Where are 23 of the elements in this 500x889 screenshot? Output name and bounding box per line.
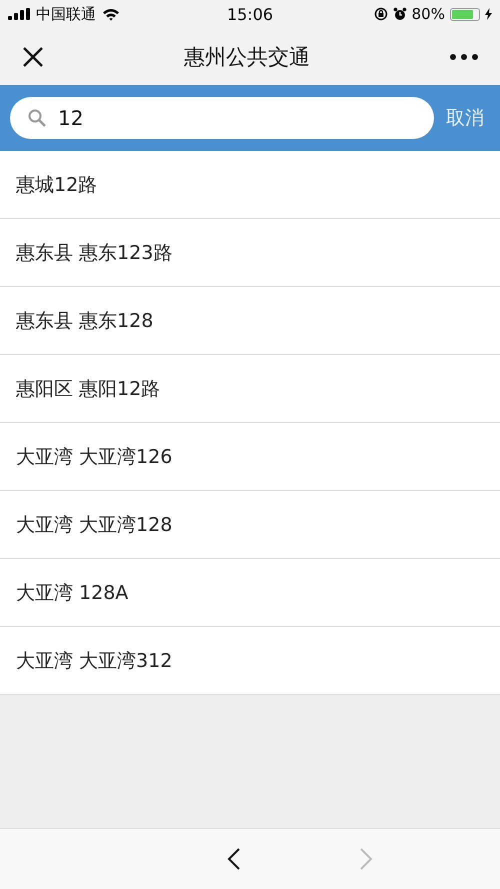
result-item[interactable]: 惠东县 惠东128 [0,287,500,355]
result-item[interactable]: 惠东县 惠东123路 [0,219,500,287]
signal-icon [8,8,30,20]
result-item[interactable]: 惠阳区 惠阳12路 [0,355,500,423]
search-icon [28,109,46,127]
result-item[interactable]: 惠城12路 [0,151,500,219]
window-title: 惠州公共交通 [184,44,310,70]
carrier-name: 中国联通 [36,4,96,24]
more-icon[interactable] [450,54,478,60]
charging-icon [484,8,492,20]
battery-icon [450,8,480,20]
rotation-lock-icon [374,7,388,21]
battery-percent: 80% [412,5,445,23]
close-icon[interactable] [22,46,44,68]
alarm-icon [392,7,407,21]
result-item[interactable]: 大亚湾 大亚湾128 [0,491,500,559]
wifi-icon [102,8,120,20]
search-field[interactable]: 12 [10,97,434,139]
result-item[interactable]: 大亚湾 大亚湾126 [0,423,500,491]
clock-time: 15:06 [226,4,274,24]
result-item[interactable]: 大亚湾 大亚湾312 [0,627,500,695]
result-item[interactable]: 大亚湾 128A [0,559,500,627]
back-icon[interactable] [227,847,241,871]
